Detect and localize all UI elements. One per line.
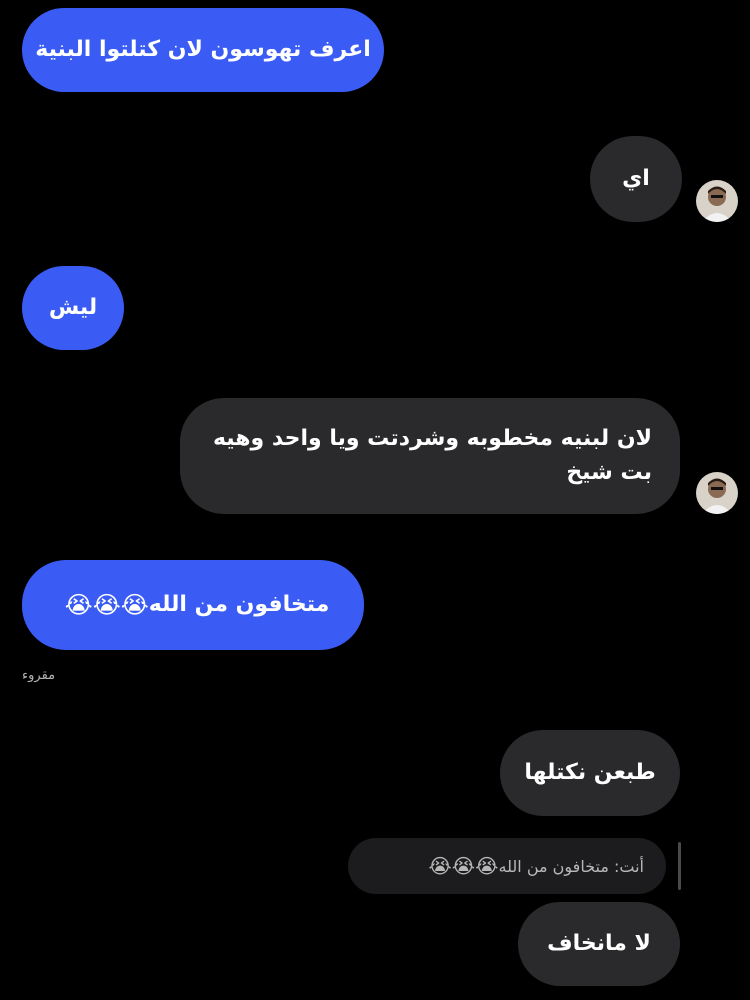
crying-emoji-icon: 😭😭😭: [428, 854, 499, 878]
message-bubble-received[interactable]: اي: [590, 136, 682, 222]
message-text: لان لبنيه مخطوبه وشردتت ويا واحد وهيه بت…: [212, 426, 652, 485]
message-bubble-sent[interactable]: اعرف تهوسون لان كتلتوا البنية: [22, 8, 384, 92]
message-text: متخافون من الله: [148, 592, 330, 617]
message-bubble-received[interactable]: لا مانخاف: [518, 902, 680, 986]
message-bubble-received[interactable]: طبعن نكتلها: [500, 730, 680, 816]
user-avatar-icon: [696, 180, 738, 222]
reply-preview-text: أنت: متخافون من الله: [498, 856, 644, 876]
reply-preview[interactable]: أنت: متخافون من الله 😭😭😭: [348, 838, 666, 894]
message-bubble-sent[interactable]: متخافون من الله 😭😭😭: [22, 560, 364, 650]
user-avatar-icon: [696, 472, 738, 514]
message-text: لا مانخاف: [547, 931, 651, 956]
message-bubble-sent[interactable]: ليش: [22, 266, 124, 350]
read-receipt: مقروء: [22, 668, 56, 683]
avatar[interactable]: [696, 180, 738, 222]
reply-indicator-bar: [678, 842, 681, 890]
message-text: طبعن نكتلها: [524, 760, 656, 785]
crying-emoji-icon: 😭😭😭: [64, 591, 149, 619]
message-text: اي: [622, 166, 650, 191]
avatar[interactable]: [696, 472, 738, 514]
message-text: ليش: [48, 295, 98, 320]
message-text: اعرف تهوسون لان كتلتوا البنية: [35, 37, 371, 62]
message-bubble-received[interactable]: لان لبنيه مخطوبه وشردتت ويا واحد وهيه بت…: [180, 398, 680, 514]
